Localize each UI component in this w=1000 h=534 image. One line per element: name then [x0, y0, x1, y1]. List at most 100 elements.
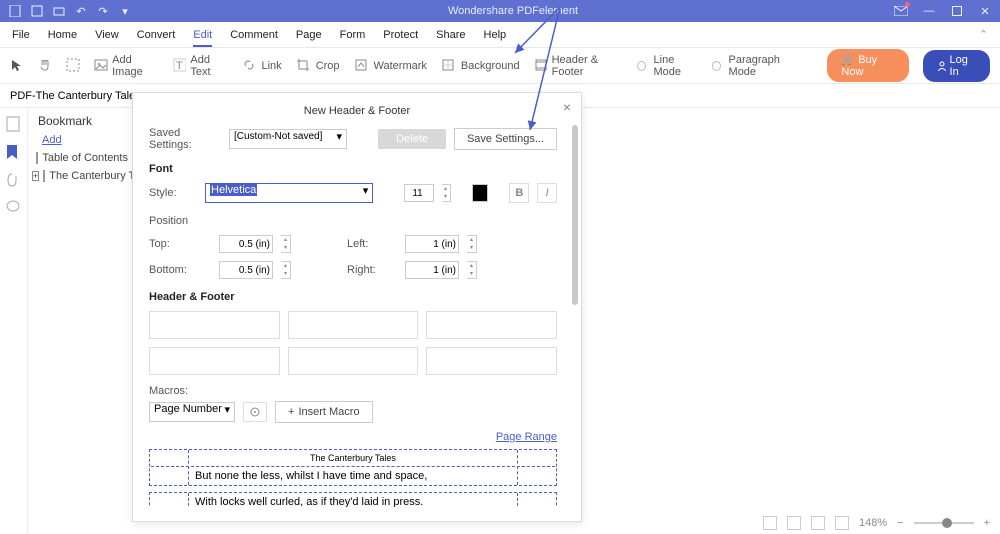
menu-form[interactable]: Form	[340, 29, 366, 41]
add-bookmark-link[interactable]: Add	[42, 134, 128, 146]
tree-item[interactable]: Table of Contents	[32, 152, 128, 164]
bookmark-panel: Bookmark Add Table of Contents +The Cant…	[28, 108, 132, 534]
bookmarks-icon[interactable]	[6, 144, 22, 160]
bottom-spinner[interactable]: ▴▾	[281, 261, 291, 279]
buy-now-button[interactable]: 🛒 Buy Now	[827, 49, 908, 82]
delete-button[interactable]: Delete	[378, 129, 446, 149]
menu-edit[interactable]: Edit	[193, 29, 212, 47]
maximize-icon[interactable]	[950, 4, 964, 18]
panel-title: Bookmark	[32, 114, 128, 128]
macro-select[interactable]: Page Number▾	[149, 402, 235, 422]
svg-text:T: T	[176, 60, 183, 72]
menu-share[interactable]: Share	[436, 29, 465, 41]
top-input[interactable]	[219, 235, 273, 253]
collapse-ribbon-icon[interactable]: ⌃	[979, 28, 988, 41]
right-input[interactable]	[405, 261, 459, 279]
background-button[interactable]: Background	[441, 58, 520, 74]
header-center-input[interactable]	[288, 311, 419, 339]
side-rail	[0, 108, 28, 534]
bottom-input[interactable]	[219, 261, 273, 279]
line-mode-radio[interactable]: Line Mode	[637, 54, 698, 78]
right-spinner[interactable]: ▴▾	[467, 261, 477, 279]
zoom-in-icon[interactable]: +	[984, 517, 990, 529]
select-icon[interactable]	[10, 58, 24, 74]
menu-file[interactable]: File	[12, 29, 30, 41]
paragraph-mode-radio[interactable]: Paragraph Mode	[712, 54, 800, 78]
page-icon	[43, 170, 45, 182]
preview-header: The Canterbury Tales	[195, 453, 511, 463]
header-left-input[interactable]	[149, 311, 280, 339]
print-icon[interactable]	[52, 4, 66, 18]
header-right-input[interactable]	[426, 311, 557, 339]
save-icon[interactable]	[30, 4, 44, 18]
view-single-icon[interactable]	[763, 516, 777, 530]
preview-area: The Canterbury Tales But none the less, …	[149, 449, 557, 486]
saved-settings-select[interactable]: [Custom-Not saved]▾	[229, 129, 347, 149]
mail-icon[interactable]	[894, 4, 908, 18]
dropdown-icon[interactable]: ▾	[118, 4, 132, 18]
menu-help[interactable]: Help	[484, 29, 507, 41]
tree-item[interactable]: +The Canterbury T	[32, 170, 128, 182]
top-spinner[interactable]: ▴▾	[281, 235, 291, 253]
save-settings-button[interactable]: Save Settings...	[454, 128, 557, 150]
link-button[interactable]: Link	[242, 58, 282, 74]
menu-home[interactable]: Home	[48, 29, 77, 41]
font-size-input[interactable]	[404, 184, 434, 202]
undo-icon[interactable]: ↶	[74, 4, 88, 18]
footer-left-input[interactable]	[149, 347, 280, 375]
watermark-button[interactable]: Watermark	[354, 58, 427, 74]
crop-button[interactable]: Crop	[296, 58, 340, 74]
edit-all-icon[interactable]	[66, 58, 80, 74]
bottom-label: Bottom:	[149, 264, 211, 276]
preview-area-2: With locks well curled, as if they'd lai…	[149, 492, 557, 507]
italic-button[interactable]: I	[537, 183, 557, 203]
header-footer-button[interactable]: Header & Footer	[534, 54, 623, 78]
menu-comment[interactable]: Comment	[230, 29, 278, 41]
menubar: File Home View Convert Edit Comment Page…	[0, 22, 1000, 48]
add-image-button[interactable]: Add Image	[94, 54, 158, 78]
insert-macro-button[interactable]: +Insert Macro	[275, 401, 373, 423]
dialog-close-icon[interactable]: ×	[563, 99, 571, 115]
left-input[interactable]	[405, 235, 459, 253]
zoom-slider[interactable]	[914, 522, 974, 524]
font-section-label: Font	[149, 163, 557, 175]
minimize-icon[interactable]: —	[922, 4, 936, 18]
comments-icon[interactable]	[6, 200, 22, 216]
font-color-swatch[interactable]	[472, 184, 488, 202]
zoom-out-icon[interactable]: −	[897, 517, 903, 529]
menu-protect[interactable]: Protect	[383, 29, 418, 41]
font-style-select[interactable]: Helvetica▾	[205, 183, 373, 203]
zoom-level: 148%	[859, 517, 887, 529]
style-label: Style:	[149, 187, 197, 199]
font-size-spinner[interactable]: ▴▾	[442, 184, 451, 202]
view-grid-icon[interactable]	[835, 516, 849, 530]
bold-button[interactable]: B	[509, 183, 529, 203]
footer-right-input[interactable]	[426, 347, 557, 375]
login-button[interactable]: Log In	[923, 50, 990, 82]
doc-tab[interactable]: PDF-The Canterbury Tales	[10, 90, 141, 102]
attachments-icon[interactable]	[6, 172, 22, 188]
top-label: Top:	[149, 238, 211, 250]
app-logo-icon	[8, 4, 22, 18]
thumbnails-icon[interactable]	[6, 116, 22, 132]
close-icon[interactable]: ✕	[978, 4, 992, 18]
macros-label: Macros:	[149, 385, 557, 397]
menu-view[interactable]: View	[95, 29, 119, 41]
page-range-link[interactable]: Page Range	[149, 431, 557, 443]
hand-icon[interactable]	[38, 58, 52, 74]
view-facing-icon[interactable]	[811, 516, 825, 530]
view-continuous-icon[interactable]	[787, 516, 801, 530]
menu-convert[interactable]: Convert	[137, 29, 176, 41]
left-spinner[interactable]: ▴▾	[467, 235, 477, 253]
header-footer-dialog: New Header & Footer × Saved Settings: [C…	[132, 92, 582, 522]
app-title: Wondershare PDFelement	[132, 5, 894, 17]
menu-page[interactable]: Page	[296, 29, 322, 41]
macro-settings-button[interactable]	[243, 402, 267, 422]
add-text-button[interactable]: TAdd Text	[173, 54, 228, 78]
expand-icon[interactable]: +	[32, 171, 39, 181]
position-section-label: Position	[149, 215, 557, 227]
toolbar: Add Image TAdd Text Link Crop Watermark …	[0, 48, 1000, 84]
footer-center-input[interactable]	[288, 347, 419, 375]
dialog-scrollbar[interactable]	[572, 125, 578, 305]
redo-icon[interactable]: ↷	[96, 4, 110, 18]
